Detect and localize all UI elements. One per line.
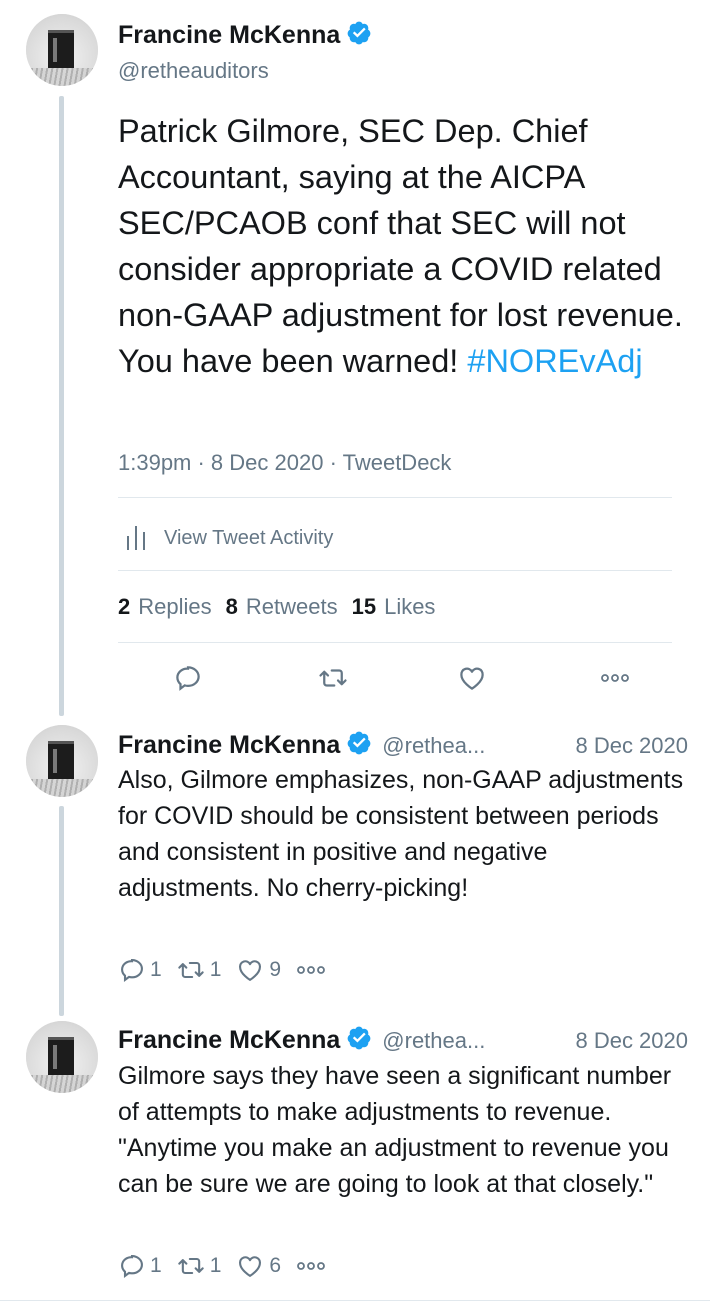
- reply-header: Francine McKenna @rethea... 8 Dec 2020: [118, 730, 688, 761]
- retweet-button[interactable]: 1: [176, 956, 222, 984]
- verified-badge-icon: [346, 730, 372, 761]
- author-handle[interactable]: @rethea...: [382, 733, 485, 759]
- retweet-icon: [177, 961, 204, 979]
- verified-badge-icon: [346, 1025, 372, 1056]
- reply-text: Gilmore says they have seen a significan…: [118, 1062, 672, 1198]
- divider: [118, 497, 672, 498]
- reply-count: 1: [150, 1254, 162, 1277]
- like-icon: [239, 1256, 262, 1277]
- thread-line: [59, 96, 64, 716]
- tweet-text: Patrick Gilmore, SEC Dep. Chief Accounta…: [118, 108, 688, 384]
- avatar[interactable]: [26, 14, 98, 86]
- tweet-body: Patrick Gilmore, SEC Dep. Chief Accounta…: [118, 113, 683, 379]
- like-icon: [239, 960, 262, 981]
- retweet-icon: [319, 669, 347, 687]
- avatar[interactable]: [26, 1021, 98, 1093]
- author-handle[interactable]: @rethea...: [382, 1028, 485, 1054]
- replies-stat[interactable]: 2 Replies: [118, 594, 212, 620]
- retweet-button[interactable]: 1: [176, 1252, 222, 1280]
- reply-icon: [121, 1255, 143, 1279]
- divider: [0, 1300, 710, 1301]
- reply-button[interactable]: 1: [118, 956, 162, 984]
- bar-chart-icon: [127, 526, 145, 550]
- activity-label: View Tweet Activity: [164, 526, 334, 549]
- more-button[interactable]: [595, 658, 635, 698]
- retweets-stat[interactable]: 8 Retweets: [226, 594, 338, 620]
- more-icon: [297, 1262, 325, 1270]
- author-name[interactable]: Francine McKenna: [118, 1026, 340, 1055]
- thread-line: [59, 806, 64, 1016]
- tweet-date[interactable]: 8 Dec 2020: [575, 733, 688, 759]
- reply-text: Also, Gilmore emphasizes, non-GAAP adjus…: [118, 766, 684, 902]
- divider: [118, 642, 672, 643]
- view-tweet-activity-link[interactable]: View Tweet Activity: [126, 524, 333, 552]
- reply-actions: 1 1 9: [118, 956, 345, 984]
- retweet-count: 1: [209, 1254, 222, 1277]
- author-name[interactable]: Francine McKenna: [118, 731, 340, 760]
- retweet-button[interactable]: [313, 658, 353, 698]
- like-icon: [460, 667, 484, 690]
- likes-stat[interactable]: 15 Likes: [352, 594, 436, 620]
- tweet-date[interactable]: 8 Dec 2020: [575, 1028, 688, 1054]
- verified-badge-icon: [346, 20, 372, 51]
- more-icon: [601, 674, 629, 682]
- more-icon: [297, 966, 325, 974]
- reply-button[interactable]: [168, 658, 208, 698]
- hashtag-link[interactable]: #NOREvAdj: [467, 343, 642, 379]
- like-count: 6: [269, 1254, 282, 1277]
- author-handle[interactable]: @retheauditors: [118, 58, 269, 84]
- like-count: 9: [269, 958, 282, 981]
- reply-actions: 1 1 6: [118, 1252, 345, 1280]
- retweet-icon: [177, 1257, 204, 1275]
- reply-count: 1: [150, 958, 162, 981]
- engagement-stats: 2 Replies 8 Retweets 15 Likes: [118, 594, 449, 620]
- retweet-count: 1: [209, 958, 222, 981]
- tweet-actions: [118, 658, 672, 698]
- reply-icon: [176, 666, 200, 691]
- more-button[interactable]: [295, 1260, 331, 1272]
- tweet-timestamp[interactable]: 1:39pm · 8 Dec 2020 · TweetDeck: [118, 450, 451, 476]
- author-name[interactable]: Francine McKenna: [118, 21, 340, 50]
- reply-button[interactable]: 1: [118, 1252, 162, 1280]
- avatar[interactable]: [26, 725, 98, 797]
- like-button[interactable]: 6: [235, 1252, 281, 1280]
- like-button[interactable]: [452, 658, 492, 698]
- divider: [118, 570, 672, 571]
- reply-header: Francine McKenna @rethea... 8 Dec 2020: [118, 1025, 688, 1056]
- reply-icon: [121, 959, 143, 983]
- more-button[interactable]: [295, 964, 331, 976]
- like-button[interactable]: 9: [235, 956, 281, 984]
